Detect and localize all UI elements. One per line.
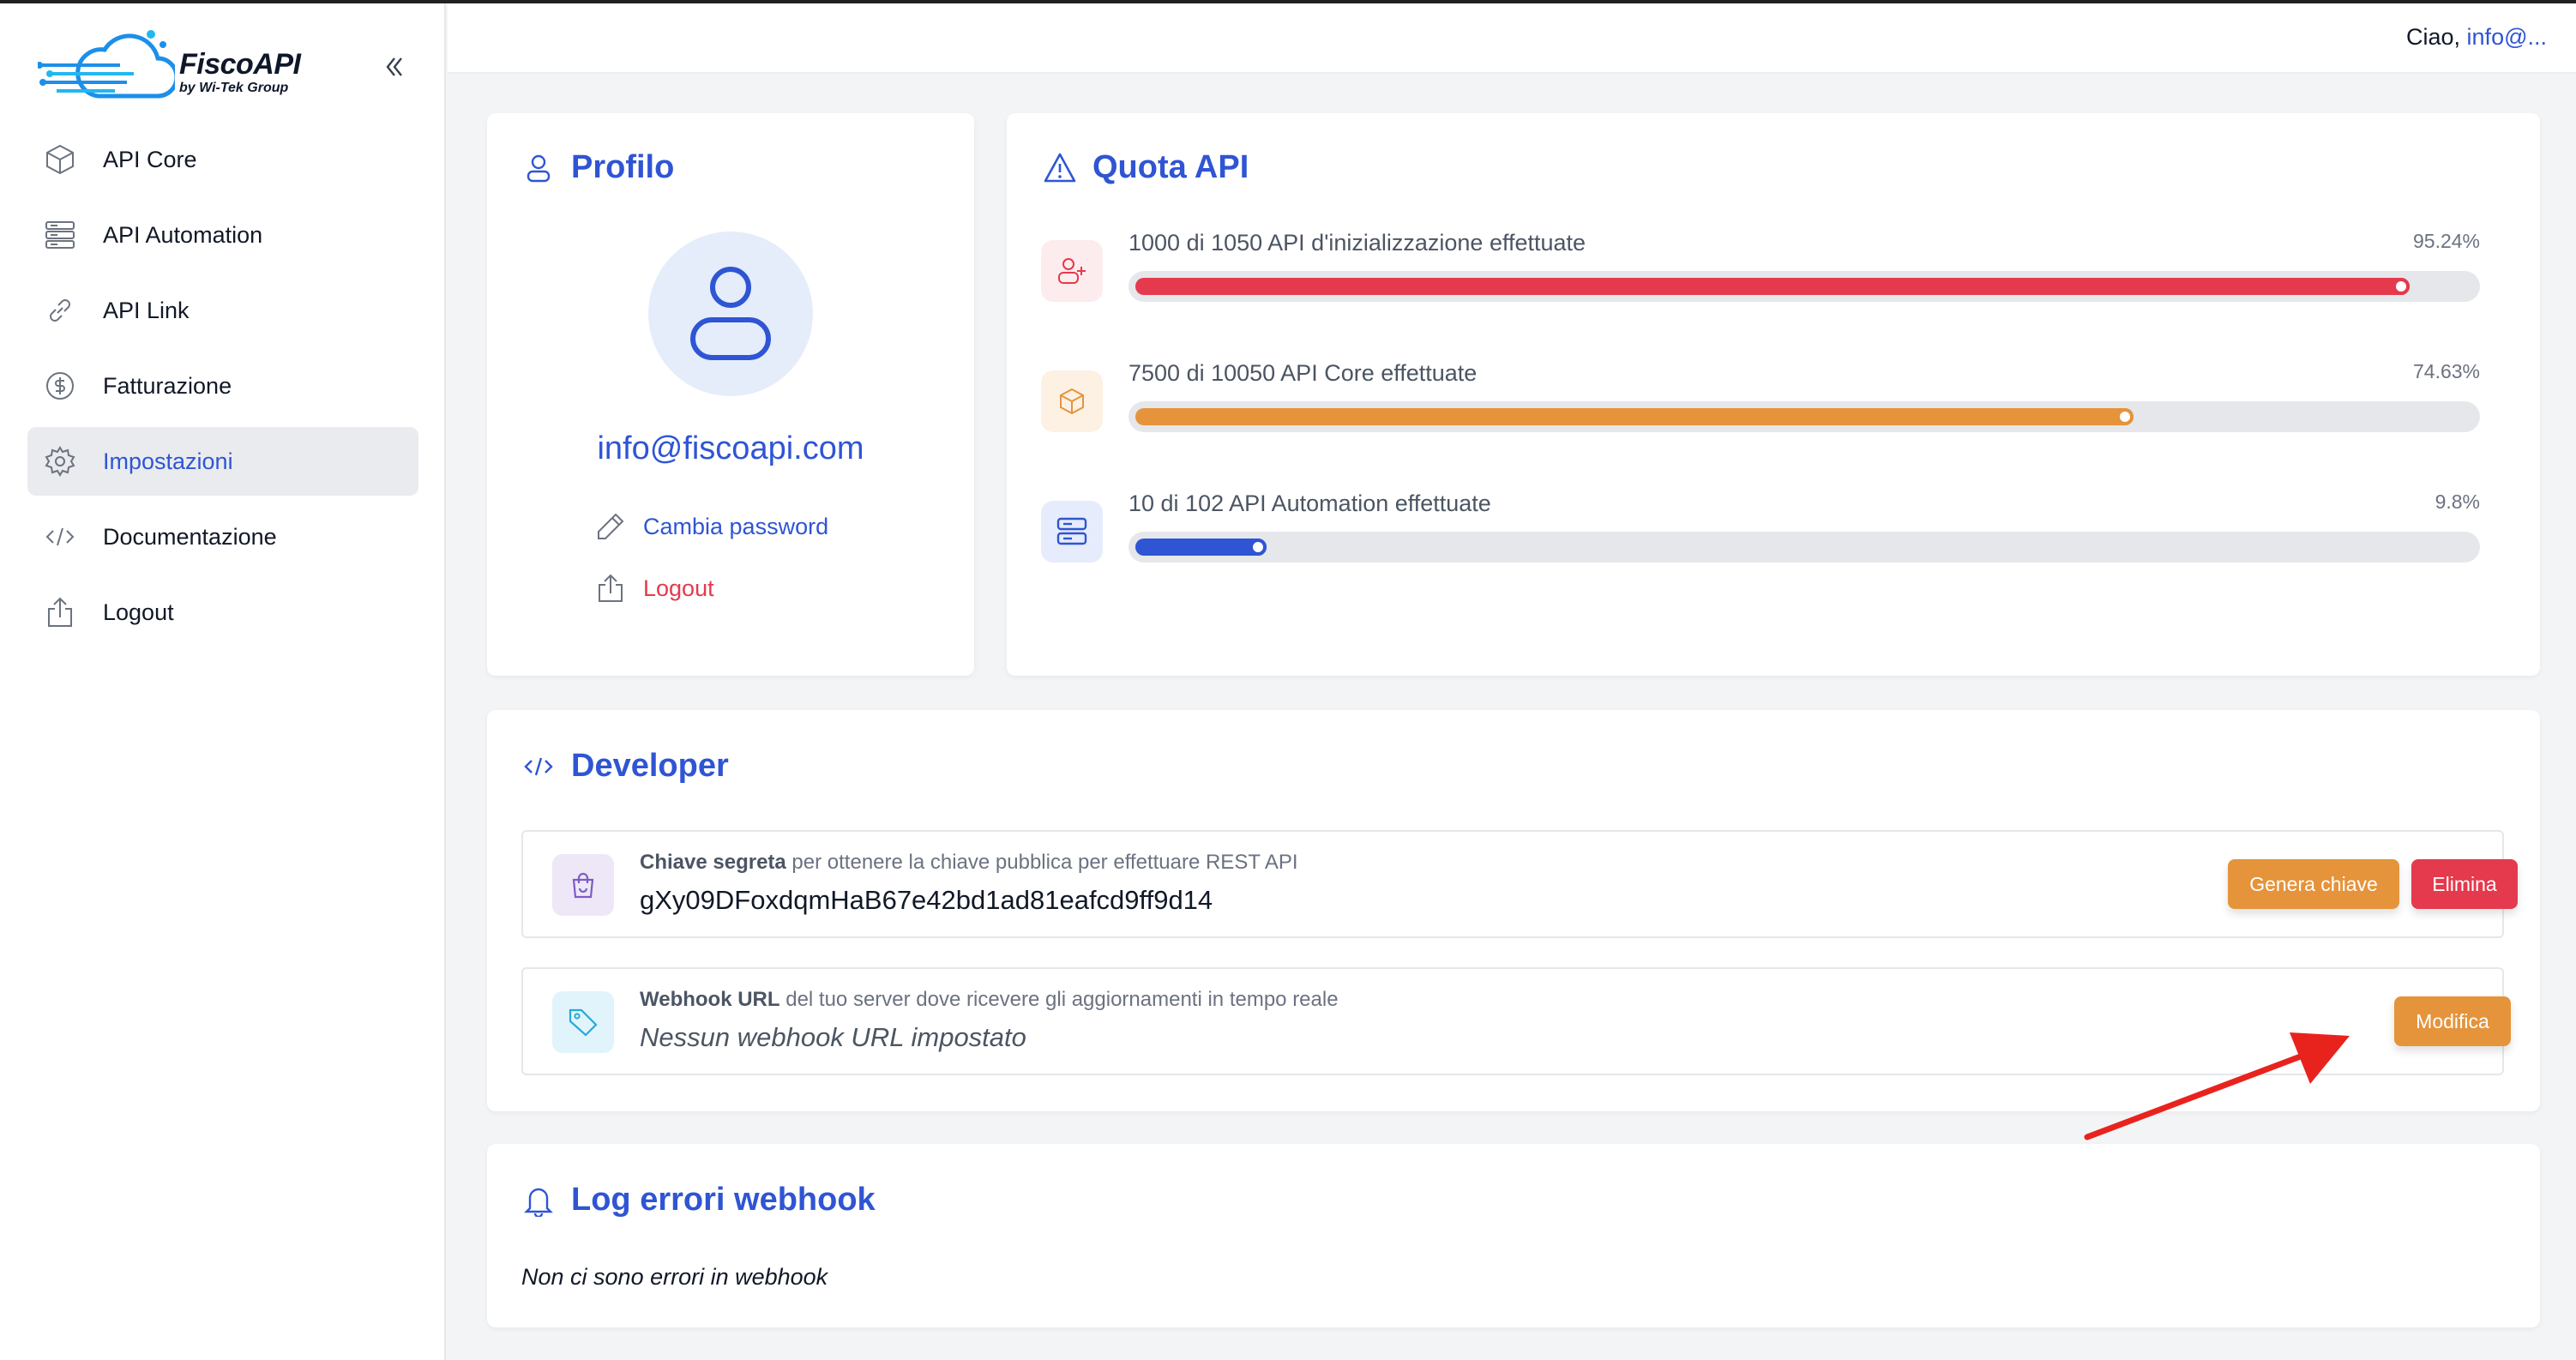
upload-icon <box>43 595 77 629</box>
webhook-value: Nessun webhook URL impostato <box>640 1022 1026 1052</box>
log-title: Log errori webhook <box>521 1182 876 1219</box>
sidebar: FiscoAPI by Wi-Tek Group API Core API Au… <box>0 3 446 1360</box>
brand-name: FiscoAPI <box>179 48 301 81</box>
code-icon <box>521 749 556 784</box>
sidebar-item-label: Impostazioni <box>103 448 233 474</box>
sidebar-item-label: API Automation <box>103 221 263 248</box>
secret-icon-bg <box>552 854 614 916</box>
brand-subtitle: by Wi-Tek Group <box>179 81 289 95</box>
quota-icon-bg <box>1041 370 1103 432</box>
webhook-log-card: Log errori webhook Non ci sono errori in… <box>487 1144 2540 1327</box>
sidebar-item-logout[interactable]: Logout <box>27 578 418 647</box>
sidebar-item-fatturazione[interactable]: Fatturazione <box>27 352 418 420</box>
dollar-icon <box>43 369 77 403</box>
quota-row-automation: 10 di 102 API Automation effettuate 9.8% <box>1041 490 2507 585</box>
user-icon <box>521 151 556 185</box>
sidebar-nav: API Core API Automation API Link Fattura… <box>27 125 418 653</box>
user-menu-link[interactable]: info@... <box>2467 24 2547 50</box>
bag-icon <box>572 872 594 899</box>
progress-track <box>1129 532 2480 563</box>
profile-title: Profilo <box>521 149 674 186</box>
quota-card: Quota API 1000 di 1050 API d'inizializza… <box>1007 113 2540 676</box>
quota-percent: 9.8% <box>2435 490 2480 513</box>
developer-title: Developer <box>521 748 729 785</box>
sidebar-item-api-automation[interactable]: API Automation <box>27 201 418 269</box>
progress-track <box>1129 271 2480 302</box>
sidebar-item-label: Documentazione <box>103 523 277 550</box>
quota-icon-bg <box>1041 240 1103 302</box>
progress-fill <box>1135 278 2410 295</box>
edit-webhook-button[interactable]: Modifica <box>2394 996 2511 1046</box>
quota-percent: 74.63% <box>2412 360 2480 382</box>
quota-label: 1000 di 1050 API d'inizializzazione effe… <box>1129 230 1586 256</box>
user-plus-icon <box>1058 258 1086 284</box>
progress-track <box>1129 401 2480 432</box>
cube-icon <box>1060 388 1084 415</box>
sidebar-item-label: Logout <box>103 599 174 625</box>
sidebar-item-api-link[interactable]: API Link <box>27 276 418 345</box>
quota-title: Quota API <box>1043 149 1249 186</box>
change-password-link[interactable]: Cambia password <box>593 509 828 544</box>
quota-row-core: 7500 di 10050 API Core effettuate 74.63% <box>1041 360 2507 454</box>
user-greeting: Ciao, info@... <box>2406 24 2547 51</box>
sidebar-item-label: API Link <box>103 297 190 323</box>
logo[interactable]: FiscoAPI by Wi-Tek Group <box>38 26 312 108</box>
sidebar-item-label: API Core <box>103 146 197 172</box>
greeting-text: Ciao, <box>2406 24 2461 50</box>
sidebar-item-api-core[interactable]: API Core <box>27 125 418 194</box>
secret-key-value: gXy09DFoxdqmHaB67e42bd1ad81eafcd9ff9d14 <box>640 885 1213 915</box>
webhook-description: Webhook URL del tuo server dove ricevere… <box>640 988 1339 1011</box>
quota-icon-bg <box>1041 501 1103 563</box>
cloud-logo-icon <box>38 30 175 99</box>
profile-email: info@fiscoapi.com <box>597 430 864 466</box>
webhook-icon-bg <box>552 991 614 1053</box>
chevron-double-left-icon <box>386 57 402 76</box>
sidebar-item-documentazione[interactable]: Documentazione <box>27 502 418 571</box>
logout-link[interactable]: Logout <box>593 571 714 605</box>
server-icon <box>43 218 77 252</box>
progress-fill <box>1135 539 1267 556</box>
annotation-arrow-icon <box>2084 1032 2350 1140</box>
server-icon <box>1056 517 1087 545</box>
upload-icon <box>593 571 628 605</box>
top-header: Ciao, info@... <box>448 3 2576 74</box>
link-icon <box>43 293 77 328</box>
log-empty-message: Non ci sono errori in webhook <box>521 1264 828 1290</box>
quota-percent: 95.24% <box>2412 230 2480 252</box>
gear-icon <box>43 444 77 478</box>
quota-label: 7500 di 10050 API Core effettuate <box>1129 360 1478 386</box>
warning-icon <box>1043 151 1077 185</box>
user-avatar-icon <box>690 267 771 360</box>
pencil-icon <box>593 509 628 544</box>
bell-icon <box>521 1183 556 1218</box>
code-icon <box>43 520 77 554</box>
sidebar-item-impostazioni[interactable]: Impostazioni <box>27 427 418 496</box>
profile-card: Profilo info@fiscoapi.com Cambia passwor… <box>487 113 974 676</box>
quota-row-init: 1000 di 1050 API d'inizializzazione effe… <box>1041 230 2507 324</box>
avatar <box>648 232 813 396</box>
collapse-sidebar-button[interactable] <box>379 51 410 82</box>
cube-icon <box>43 142 77 177</box>
sidebar-item-label: Fatturazione <box>103 372 232 399</box>
delete-key-button[interactable]: Elimina <box>2411 859 2518 909</box>
generate-key-button[interactable]: Genera chiave <box>2228 859 2399 909</box>
secret-key-row: Chiave segreta per ottenere la chiave pu… <box>521 830 2518 938</box>
secret-key-description: Chiave segreta per ottenere la chiave pu… <box>640 851 1298 874</box>
tag-icon <box>569 1008 598 1037</box>
quota-label: 10 di 102 API Automation effettuate <box>1129 490 1491 516</box>
progress-fill <box>1135 408 2134 425</box>
